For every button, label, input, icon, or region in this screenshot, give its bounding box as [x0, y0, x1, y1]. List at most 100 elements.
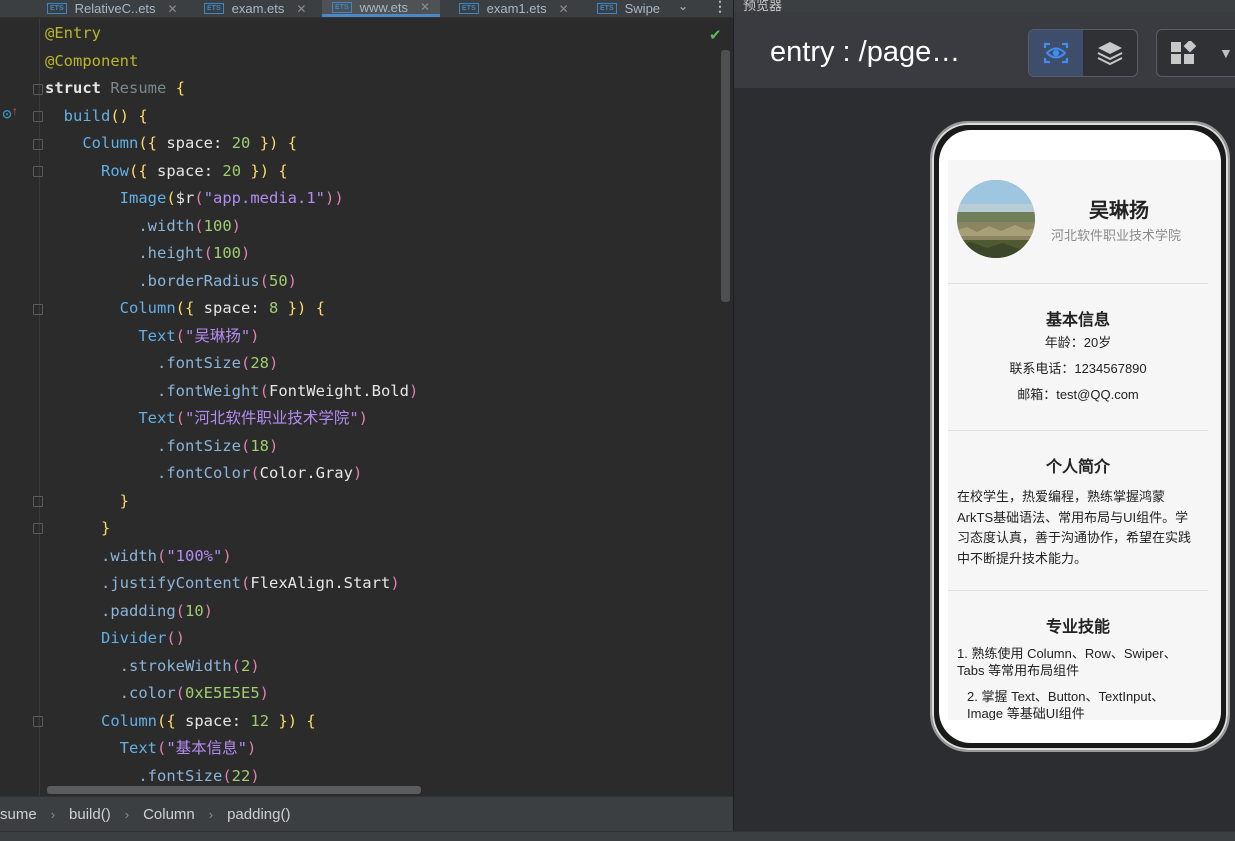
- chevron-down-icon[interactable]: ⌄: [678, 0, 688, 13]
- code-line: Row({ space: 20 }) {: [101, 161, 288, 180]
- code-line: .justifyContent(FlexAlign.Start): [101, 574, 400, 592]
- profile-school: 河北软件职业技术学院: [1051, 228, 1182, 243]
- tab-label: Swipe: [624, 1, 661, 16]
- divider: [948, 430, 1208, 431]
- override-arrow-icon: ↑: [12, 104, 18, 118]
- close-icon[interactable]: ✕: [296, 2, 306, 16]
- phone-screen: 吴琳扬 河北软件职业技术学院 基本信息 年龄：20岁 联系电话：12345678…: [939, 130, 1221, 743]
- code-line: .width("100%"): [101, 546, 232, 565]
- ets-file-icon: ETS: [47, 3, 67, 14]
- profile-name: 吴琳扬: [1089, 200, 1149, 222]
- code-line: .borderRadius(50): [138, 271, 298, 290]
- chevron-right-icon: ›: [208, 807, 214, 822]
- more-options-icon[interactable]: ⋮: [713, 0, 727, 15]
- tab-label: exam1.ets: [486, 1, 547, 16]
- line-gutter: [0, 18, 42, 796]
- code-line: Text("吴琳扬"): [138, 326, 260, 345]
- code-line: }: [101, 519, 111, 537]
- multi-device-dropdown[interactable]: ▼: [1156, 29, 1235, 77]
- grid-icon: [1171, 41, 1196, 64]
- close-icon[interactable]: ✕: [559, 2, 569, 16]
- tab-relativec[interactable]: ETS RelativeC..ets ✕: [47, 0, 178, 17]
- vertical-scrollbar[interactable]: [721, 50, 730, 302]
- breadcrumb-item[interactable]: sume: [0, 806, 37, 823]
- breadcrumb-item[interactable]: build(): [69, 806, 111, 823]
- fold-icon[interactable]: [33, 523, 43, 534]
- code-line: .fontWeight(FontWeight.Bold): [156, 381, 419, 400]
- code-line: Divider(): [101, 629, 185, 647]
- ets-file-icon: ETS: [597, 3, 617, 14]
- tab-label: RelativeC..ets: [74, 1, 156, 16]
- section-title: 个人简介: [1045, 459, 1110, 476]
- indent-guide: [39, 18, 40, 796]
- ets-file-icon: ETS: [459, 3, 479, 14]
- code-line: Image($r("app.media.1")): [119, 189, 344, 207]
- divider: [948, 590, 1208, 591]
- tab-label: www.ets: [359, 0, 409, 15]
- fold-icon[interactable]: [33, 166, 43, 177]
- fold-icon[interactable]: [33, 304, 43, 315]
- fold-icon[interactable]: [33, 84, 43, 95]
- run-gutter-icon[interactable]: ⊙: [2, 107, 12, 121]
- email-text: 邮箱：test@QQ.com: [1017, 387, 1139, 402]
- eye-icon: [1043, 42, 1069, 64]
- section-title: 基本信息: [1045, 312, 1110, 329]
- previewer-page-title: entry : /page…: [770, 36, 961, 68]
- avatar: [957, 180, 1035, 258]
- fold-icon[interactable]: [33, 716, 43, 727]
- inspection-ok-icon[interactable]: ✔: [709, 26, 722, 44]
- basic-info-section: 基本信息 年龄：20岁 联系电话：1234567890 邮箱：test@QQ.c…: [948, 306, 1208, 408]
- close-icon[interactable]: ✕: [420, 0, 430, 14]
- divider: [948, 283, 1208, 284]
- fold-icon[interactable]: [33, 496, 43, 507]
- code-line: .color(0xE5E5E5): [119, 684, 269, 702]
- horizontal-scrollbar[interactable]: [47, 786, 421, 794]
- phone-text: 联系电话：1234567890: [1009, 361, 1147, 376]
- intro-section: 个人简介 在校学生，热爱编程，熟练掌握鸿蒙ArkTS基础语法、常用布局与UI组件…: [948, 453, 1208, 569]
- profile-header: 吴琳扬 河北软件职业技术学院: [957, 180, 1217, 260]
- code-line: Text("河北软件职业技术学院"): [138, 409, 369, 427]
- ets-file-icon: ETS: [204, 3, 224, 14]
- skill-item: 1. 熟练使用 Column、Row、Swiper、Tabs 等常用布局组件: [957, 646, 1177, 678]
- intro-text: 在校学生，热爱编程，熟练掌握鸿蒙ArkTS基础语法、常用布局与UI组件。学习态度…: [957, 489, 1192, 566]
- chevron-right-icon: ›: [50, 807, 56, 822]
- previewer-title-strip: 预览器: [734, 0, 1235, 13]
- triangle-down-icon: ▼: [1219, 45, 1233, 61]
- code-line: .fontSize(18): [156, 436, 279, 455]
- tab-swipe[interactable]: ETS Swipe: [597, 0, 660, 17]
- tab-label: exam.ets: [231, 1, 285, 16]
- code-line: Text("基本信息"): [119, 739, 257, 757]
- breadcrumb: sume › build() › Column › padding(): [0, 796, 733, 832]
- layers-icon: [1097, 42, 1123, 66]
- editor-tab-bar: ETS RelativeC..ets ✕ ETS exam.ets ✕ ETS …: [0, 0, 733, 18]
- phone-frame: 吴琳扬 河北软件职业技术学院 基本信息 年龄：20岁 联系电话：12345678…: [930, 121, 1230, 752]
- skill-item: 2. 掌握 Text、Button、TextInput、Image 等基础UI组…: [967, 689, 1165, 720]
- code-editor[interactable]: ETS RelativeC..ets ✕ ETS exam.ets ✕ ETS …: [0, 0, 733, 840]
- code-line: build() {: [63, 106, 148, 125]
- tab-exam[interactable]: ETS exam.ets ✕: [204, 0, 306, 17]
- code-lines[interactable]: @Entry @Component struct Resume { build(…: [45, 20, 418, 790]
- fold-icon[interactable]: [33, 111, 43, 122]
- previewer-panel: 预览器 entry : /page… ▼ 吴琳扬 河北软件职业技术学院 基本信息…: [733, 0, 1235, 830]
- close-icon[interactable]: ✕: [168, 2, 178, 16]
- layers-button[interactable]: [1083, 30, 1137, 76]
- resume-page: 吴琳扬 河北软件职业技术学院 基本信息 年龄：20岁 联系电话：12345678…: [948, 160, 1221, 720]
- code-line: @Component: [45, 51, 139, 70]
- code-line: struct Resume {: [45, 79, 186, 97]
- view-mode-toggle: [1028, 29, 1138, 77]
- chevron-right-icon: ›: [124, 807, 130, 822]
- code-line: .strokeWidth(2): [119, 656, 260, 675]
- code-line: @Entry: [45, 24, 101, 42]
- tab-exam1[interactable]: ETS exam1.ets ✕: [459, 0, 569, 17]
- ets-file-icon: ETS: [332, 1, 352, 13]
- breadcrumb-item[interactable]: Column: [143, 806, 195, 823]
- breadcrumb-item[interactable]: padding(): [227, 806, 290, 823]
- eye-view-button[interactable]: [1029, 30, 1083, 76]
- code-line: .padding(10): [101, 601, 214, 620]
- avatar-landscape-image: [957, 180, 1035, 258]
- age-text: 年龄：20岁: [1044, 335, 1112, 350]
- code-line: Column({ space: 20 }) {: [82, 134, 298, 152]
- fold-icon[interactable]: [33, 139, 43, 150]
- tab-www[interactable]: ETS www.ets ✕: [322, 0, 441, 17]
- code-line: Column({ space: 8 }) {: [119, 299, 326, 317]
